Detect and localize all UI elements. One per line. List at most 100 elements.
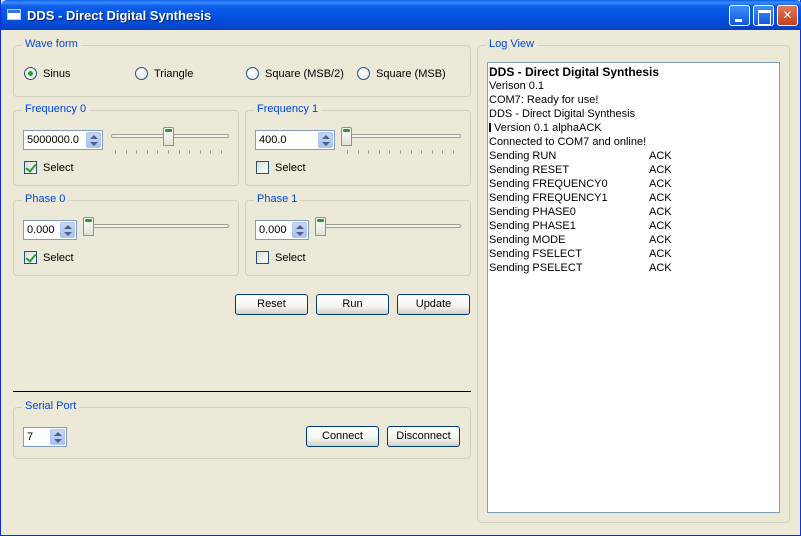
- slider-tick: [442, 150, 444, 154]
- phase1-slider-track[interactable]: [317, 224, 461, 228]
- phase1-select-checkbox[interactable]: Select: [256, 251, 306, 264]
- slider-tick: [189, 150, 191, 154]
- frequency1-slider-thumb[interactable]: [341, 127, 352, 146]
- frequency0-label: Frequency 0: [22, 103, 90, 115]
- checkbox-label: Select: [275, 161, 306, 174]
- radio-circle-icon[interactable]: [24, 67, 37, 80]
- frequency1-select-checkbox[interactable]: Select: [256, 161, 306, 174]
- log-line-text: DDS - Direct Digital Synthesis: [489, 108, 636, 120]
- checkbox-icon[interactable]: [256, 161, 269, 174]
- phase1-value[interactable]: 0.000: [259, 224, 287, 236]
- log-line-text: Version 0.1 alphaACK: [494, 122, 602, 134]
- slider-tick: [146, 150, 148, 154]
- radio-label: Triangle: [154, 67, 194, 80]
- maximize-icon[interactable]: [753, 5, 774, 26]
- slider-tick: [357, 150, 359, 154]
- checkbox-label: Select: [43, 251, 74, 264]
- slider-tick: [453, 150, 454, 154]
- log-view[interactable]: DDS - Direct Digital Synthesis Verison 0.…: [487, 62, 780, 513]
- log-line: Sending PHASE0 ACK: [489, 205, 778, 219]
- run-button[interactable]: Run: [316, 294, 389, 315]
- frequency0-select-checkbox[interactable]: Select: [24, 161, 74, 174]
- frequency1-stepper[interactable]: 400.0: [255, 130, 335, 150]
- log-line: Sending FREQUENCY1 ACK: [489, 191, 778, 205]
- log-line-text: Sending RESET: [489, 164, 570, 176]
- log-line-ack: ACK: [649, 248, 672, 260]
- slider-tick: [400, 150, 401, 154]
- frequency0-slider-thumb[interactable]: [163, 127, 174, 146]
- slider-tick: [431, 150, 433, 154]
- log-line: DDS - Direct Digital Synthesis: [489, 107, 778, 121]
- window-icon[interactable]: [7, 9, 21, 20]
- log-line-text: COM7: Ready for use!: [489, 94, 599, 106]
- divider: [13, 391, 471, 393]
- radio-label: Square (MSB): [376, 67, 446, 80]
- disconnect-button[interactable]: Disconnect: [387, 426, 460, 447]
- checkbox-icon[interactable]: [24, 251, 37, 264]
- app-window: DDS - Direct Digital Synthesis ✕ Wave fo…: [0, 0, 801, 536]
- radio-triangle[interactable]: Triangle: [135, 67, 193, 80]
- log-line-text: Sending PHASE0: [489, 206, 576, 218]
- connect-button[interactable]: Connect: [306, 426, 379, 447]
- log-line: Verison 0.1: [489, 79, 778, 93]
- radio-square-msb[interactable]: Square (MSB): [357, 67, 446, 80]
- radio-square-msb2[interactable]: Square (MSB/2): [246, 67, 344, 80]
- phase0-select-checkbox[interactable]: Select: [24, 251, 74, 264]
- spin-arrows-icon[interactable]: [86, 132, 101, 148]
- phase1-slider-thumb[interactable]: [315, 217, 326, 236]
- slider-tick: [210, 150, 212, 154]
- phase1-stepper[interactable]: 0.000: [255, 220, 309, 240]
- spin-arrows-icon[interactable]: [292, 222, 307, 238]
- phase0-label: Phase 0: [22, 193, 69, 205]
- log-line: Sending FREQUENCY0 ACK: [489, 177, 778, 191]
- log-line-ack: ACK: [649, 192, 672, 204]
- log-view-label: Log View: [486, 38, 538, 50]
- serial-port-value[interactable]: 7: [27, 431, 33, 443]
- minimize-icon[interactable]: [729, 5, 750, 26]
- spin-arrows-icon[interactable]: [318, 132, 333, 148]
- frequency1-slider-track[interactable]: [343, 134, 461, 138]
- close-icon[interactable]: ✕: [777, 5, 798, 26]
- spin-arrows-icon[interactable]: [60, 222, 75, 238]
- radio-circle-icon[interactable]: [135, 67, 148, 80]
- radio-circle-icon[interactable]: [246, 67, 259, 80]
- log-line-ack: ACK: [649, 234, 672, 246]
- serial-port-stepper[interactable]: 7: [23, 427, 67, 447]
- waveform-label: Wave form: [22, 38, 81, 50]
- phase0-slider-thumb[interactable]: [83, 217, 94, 236]
- slider-tick: [368, 150, 370, 154]
- title-bar[interactable]: DDS - Direct Digital Synthesis ✕: [1, 0, 801, 30]
- checkbox-icon[interactable]: [256, 251, 269, 264]
- log-line-text: Sending MODE: [489, 234, 566, 246]
- slider-tick: [389, 150, 391, 154]
- slider-tick: [168, 150, 169, 154]
- phase0-stepper[interactable]: 0.000: [23, 220, 77, 240]
- spin-arrows-icon[interactable]: [50, 429, 65, 445]
- serial-port-label: Serial Port: [22, 400, 80, 412]
- log-line-ack: ACK: [649, 150, 672, 162]
- log-line: Sending RUN ACK: [489, 149, 778, 163]
- slider-tick: [136, 150, 138, 154]
- log-line-ack: ACK: [649, 220, 672, 232]
- checkbox-icon[interactable]: [24, 161, 37, 174]
- radio-sinus[interactable]: Sinus: [24, 67, 71, 80]
- slider-tick: [347, 150, 348, 154]
- frequency1-value[interactable]: 400.0: [259, 134, 287, 146]
- slider-tick: [410, 150, 412, 154]
- frequency0-value[interactable]: 5000000.0: [27, 134, 79, 146]
- log-line: Sending PSELECT ACK: [489, 261, 778, 275]
- update-button[interactable]: Update: [397, 294, 470, 315]
- frequency1-label: Frequency 1: [254, 103, 322, 115]
- log-line-text: Sending PSELECT: [489, 262, 583, 274]
- log-line: Connected to COM7 and online!: [489, 135, 778, 149]
- log-line-ack: ACK: [649, 206, 672, 218]
- phase0-value[interactable]: 0.000: [27, 224, 55, 236]
- reset-button[interactable]: Reset: [235, 294, 308, 315]
- radio-circle-icon[interactable]: [357, 67, 370, 80]
- checkbox-label: Select: [275, 251, 306, 264]
- slider-tick: [378, 150, 380, 154]
- slider-tick: [221, 150, 222, 154]
- phase0-slider-track[interactable]: [85, 224, 229, 228]
- frequency0-stepper[interactable]: 5000000.0: [23, 130, 103, 150]
- phase1-label: Phase 1: [254, 193, 301, 205]
